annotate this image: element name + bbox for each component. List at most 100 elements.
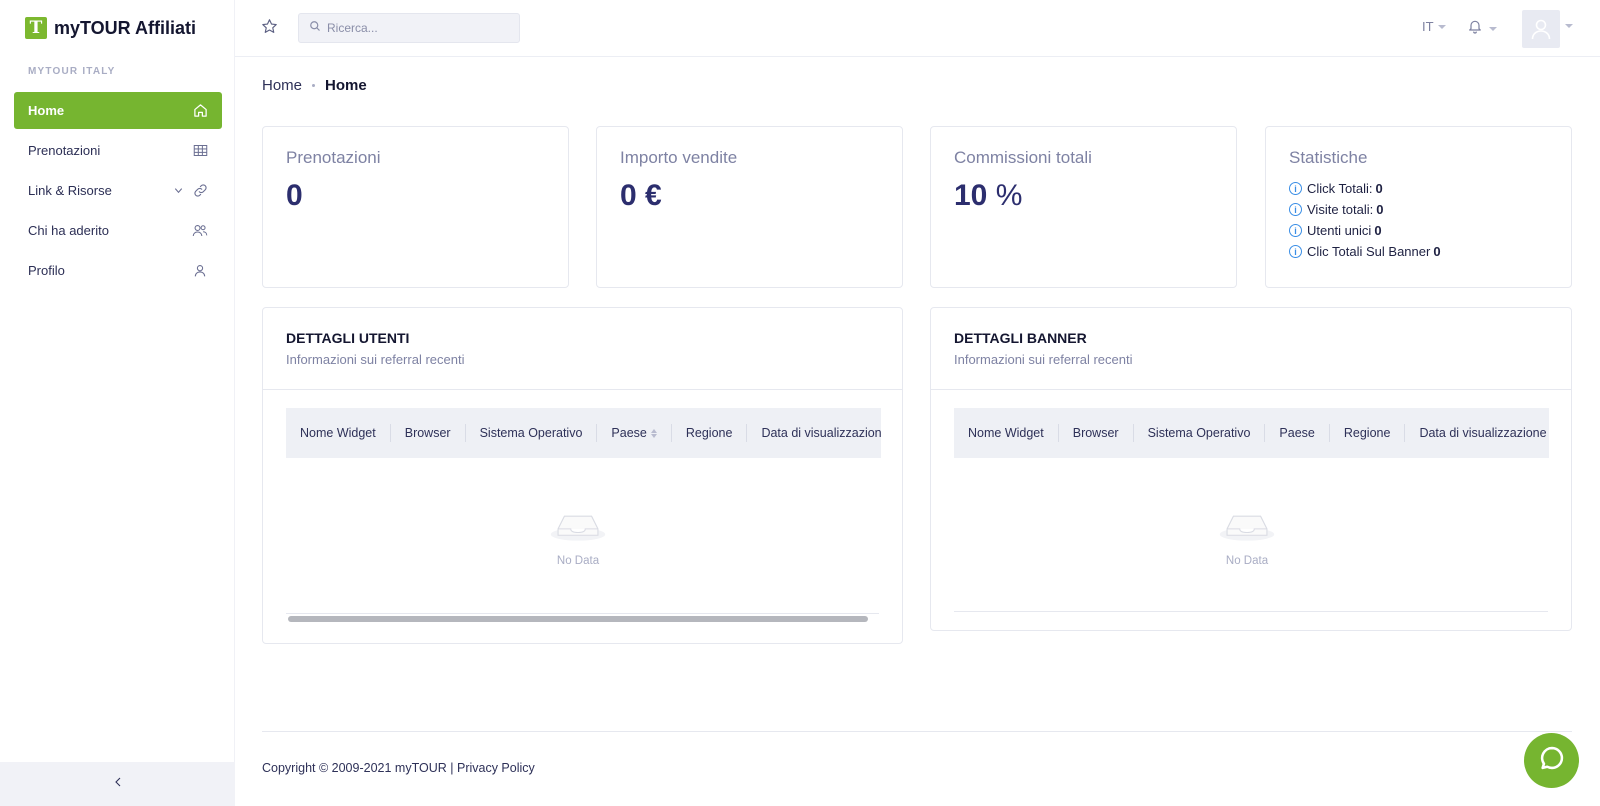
stat-card-statistics: Statistiche i Click Totali: 0 i Visite tot… — [1265, 126, 1572, 288]
column-header[interactable]: Browser — [391, 424, 466, 442]
chat-button[interactable] — [1524, 733, 1579, 788]
sidebar-item-home[interactable]: Home — [14, 92, 222, 129]
caret-down-icon — [1489, 26, 1497, 31]
breadcrumb-separator — [312, 84, 316, 87]
column-header[interactable]: Sistema Operativo — [1134, 424, 1266, 442]
stat-title: Commissioni totali — [954, 148, 1092, 167]
empty-inbox-icon — [549, 504, 607, 547]
scrollbar-thumb[interactable] — [288, 616, 868, 622]
chevron-left-icon — [112, 775, 124, 793]
column-header[interactable]: Browser — [1059, 424, 1134, 442]
list-item: i Utenti unici 0 — [1289, 220, 1441, 241]
stat-number: 0 — [286, 179, 303, 212]
info-icon[interactable]: i — [1289, 245, 1302, 258]
column-header-sortable[interactable]: Paese — [597, 424, 672, 442]
star-icon[interactable] — [261, 18, 278, 40]
stat-label: Click Totali: — [1307, 181, 1373, 196]
card-title: DETTAGLI UTENTI — [286, 330, 410, 346]
user-icon — [192, 263, 208, 279]
stat-value: 0 — [1375, 181, 1383, 196]
sidebar: T myTOUR Affiliati MYTOUR ITALY Home Pre… — [0, 0, 235, 806]
sidebar-item-label: Chi ha aderito — [28, 223, 109, 238]
sidebar-item-label: Home — [28, 103, 65, 118]
column-header[interactable]: Data di visualizzazione — [747, 424, 881, 442]
sidebar-item-chi-ha-aderito[interactable]: Chi ha aderito — [14, 212, 222, 249]
divider — [263, 389, 902, 390]
footer-divider — [262, 731, 1572, 732]
stat-label: Clic Totali Sul Banner — [1307, 244, 1431, 259]
brand-logo: T — [25, 17, 47, 39]
stat-label: Visite totali: — [1307, 202, 1374, 217]
stat-unit: € — [645, 179, 662, 212]
stat-title: Statistiche — [1289, 148, 1368, 167]
info-icon[interactable]: i — [1289, 203, 1302, 216]
sidebar-item-label: Link & Risorse — [28, 183, 112, 198]
sidebar-item-prenotazioni[interactable]: Prenotazioni — [14, 132, 222, 169]
brand[interactable]: T myTOUR Affiliati — [25, 16, 196, 40]
column-header[interactable]: Regione — [672, 424, 748, 442]
sidebar-item-link-risorse[interactable]: Link & Risorse — [14, 172, 222, 209]
info-icon[interactable]: i — [1289, 224, 1302, 237]
stat-number: 10 — [954, 179, 988, 212]
list-item: i Clic Totali Sul Banner 0 — [1289, 241, 1441, 262]
empty-state: No Data — [1182, 504, 1312, 567]
footer: Copyright © 2009-2021 myTOUR | Privacy P… — [262, 761, 535, 775]
column-header[interactable]: Paese — [1265, 424, 1330, 442]
stat-value: 0 — [1433, 244, 1441, 259]
caret-down-icon — [1437, 24, 1446, 29]
chat-icon — [1538, 744, 1566, 777]
language-label: IT — [1422, 19, 1434, 34]
sidebar-item-profilo[interactable]: Profilo — [14, 252, 222, 289]
home-icon — [192, 103, 208, 119]
notifications-button[interactable] — [1467, 18, 1497, 39]
stat-label: Utenti unici — [1307, 223, 1372, 238]
stat-title: Importo vendite — [620, 148, 738, 167]
stat-value: 0 — [286, 179, 303, 213]
sidebar-collapse-button[interactable] — [0, 762, 235, 806]
column-header-label: Paese — [611, 426, 647, 440]
column-header[interactable]: Nome Widget — [286, 424, 391, 442]
info-icon[interactable]: i — [1289, 182, 1302, 195]
app: T myTOUR Affiliati MYTOUR ITALY Home Pre… — [0, 0, 1600, 806]
column-header[interactable]: Nome Widget — [954, 424, 1059, 442]
language-selector[interactable]: IT — [1422, 19, 1446, 34]
search-box[interactable] — [298, 13, 520, 43]
avatar[interactable] — [1522, 10, 1560, 48]
column-header[interactable]: Regione — [1330, 424, 1406, 442]
breadcrumb: Home Home — [262, 77, 367, 94]
stat-unit: % — [995, 179, 1023, 212]
caret-down-icon[interactable] — [1565, 24, 1573, 28]
empty-text: No Data — [556, 555, 600, 567]
privacy-policy-link[interactable]: Privacy Policy — [457, 761, 535, 775]
sidebar-nav: Home Prenotazioni Link & Risorse Chi ha … — [14, 92, 222, 292]
table-header: Nome Widget Browser Sistema Operativo Pa… — [286, 408, 881, 458]
stat-value: 0 € — [620, 179, 662, 213]
stat-value: 0 — [1376, 202, 1384, 217]
stat-value: 10 % — [954, 179, 1022, 213]
top-header: IT — [235, 0, 1600, 57]
empty-state: No Data — [513, 504, 643, 567]
search-icon — [309, 19, 321, 37]
sort-icon[interactable] — [650, 428, 657, 438]
horizontal-scrollbar[interactable] — [286, 613, 879, 623]
stat-card-commissions: Commissioni totali 10 % — [930, 126, 1237, 288]
chevron-down-icon[interactable] — [173, 184, 184, 199]
footer-separator: | — [450, 761, 454, 775]
empty-text: No Data — [1225, 555, 1269, 567]
divider — [931, 389, 1571, 390]
column-header[interactable]: Data di visualizzazione — [1405, 424, 1549, 442]
stat-card-bookings: Prenotazioni 0 — [262, 126, 569, 288]
stat-title: Prenotazioni — [286, 148, 381, 167]
card-title: DETTAGLI BANNER — [954, 330, 1087, 346]
empty-inbox-icon — [1218, 504, 1276, 547]
sidebar-item-label: Profilo — [28, 263, 65, 278]
link-icon — [192, 183, 208, 199]
breadcrumb-current: Home — [325, 77, 367, 94]
breadcrumb-home-link[interactable]: Home — [262, 77, 302, 94]
table-icon — [192, 143, 208, 159]
table-header: Nome Widget Browser Sistema Operativo Pa… — [954, 408, 1549, 458]
users-details-card: DETTAGLI UTENTI Informazioni sui referra… — [262, 307, 903, 644]
search-input[interactable] — [327, 21, 507, 35]
column-header[interactable]: Sistema Operativo — [466, 424, 598, 442]
brand-name: myTOUR Affiliati — [54, 17, 197, 38]
